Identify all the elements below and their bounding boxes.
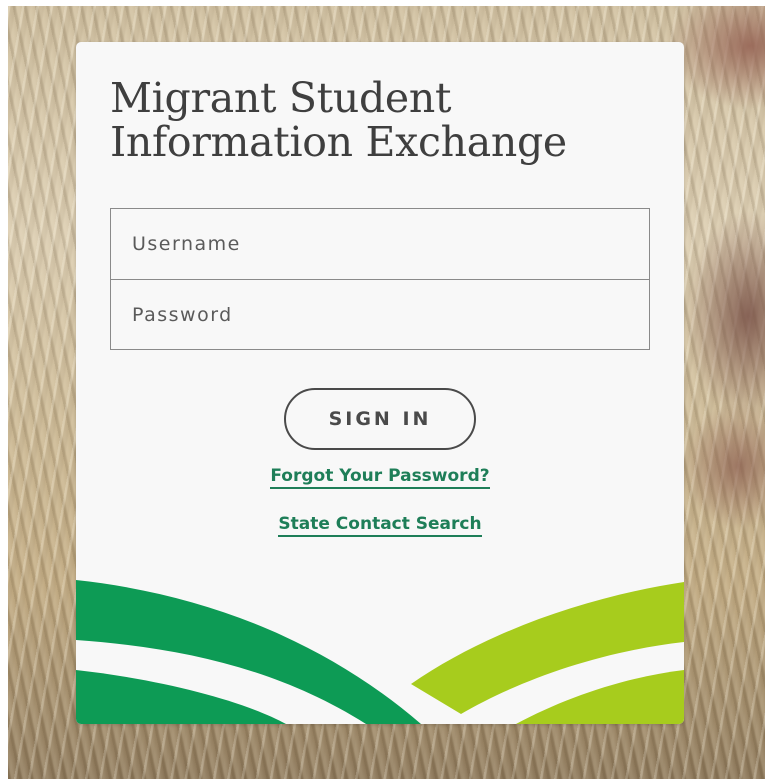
forgot-password-link-text: Forgot Your Password? [270,466,490,489]
title-line-2: Information Exchange [110,118,567,166]
lime-arc-lower [516,670,684,724]
green-arc-lower [76,670,286,724]
title-line-1: Migrant Student [110,74,452,122]
login-card: Migrant Student Information Exchange SIG… [76,42,684,724]
password-input[interactable] [111,280,649,350]
state-contact-search-link[interactable]: State Contact Search [76,514,684,537]
credentials-field-group [110,208,650,350]
sign-in-button[interactable]: SIGN IN [284,388,476,450]
username-input[interactable] [111,209,649,279]
page-frame: Migrant Student Information Exchange SIG… [0,0,765,779]
decorative-wave-graphic [76,580,684,724]
forgot-password-link[interactable]: Forgot Your Password? [76,466,684,489]
page-title: Migrant Student Information Exchange [110,76,650,164]
state-contact-search-link-text: State Contact Search [278,514,482,537]
